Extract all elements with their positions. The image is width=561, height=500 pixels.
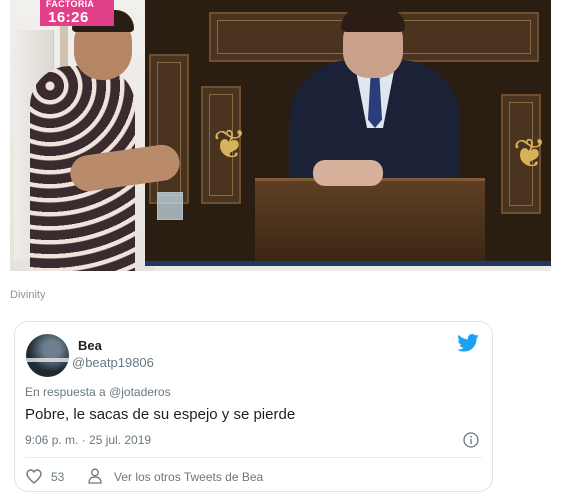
reply-prefix: En respuesta a bbox=[25, 385, 106, 399]
embedded-tweet[interactable]: Bea @beatp19806 En respuesta a @jotadero… bbox=[14, 321, 493, 492]
speaker-hair bbox=[341, 8, 405, 32]
divider bbox=[25, 457, 482, 458]
heart-icon[interactable] bbox=[26, 469, 42, 484]
embedded-video-still[interactable]: ❦ ❦ FACTORIA 16:26 bbox=[10, 0, 551, 271]
channel-name: FACTORIA bbox=[46, 0, 95, 9]
person-icon[interactable] bbox=[88, 468, 102, 484]
wood-panel: ❦ bbox=[501, 94, 547, 214]
avatar[interactable] bbox=[26, 334, 69, 377]
author-handle[interactable]: @beatp19806 bbox=[72, 355, 154, 370]
tv-screen: ❦ ❦ bbox=[145, 0, 551, 266]
wood-panel: ❦ bbox=[201, 86, 247, 204]
speaker-hands bbox=[313, 160, 383, 186]
water-glass bbox=[157, 192, 183, 220]
tweet-timestamp[interactable]: 9:06 p. m. · 25 jul. 2019 bbox=[25, 433, 151, 447]
author-name[interactable]: Bea bbox=[78, 338, 102, 353]
podium bbox=[255, 178, 485, 261]
info-icon[interactable] bbox=[463, 432, 479, 448]
reply-context: En respuesta a @jotaderos bbox=[25, 385, 171, 399]
media-caption: Divinity bbox=[10, 289, 46, 301]
twitter-logo-icon[interactable] bbox=[457, 334, 479, 352]
like-count[interactable]: 53 bbox=[51, 470, 64, 484]
more-tweets-link[interactable]: Ver los otros Tweets de Bea bbox=[114, 470, 263, 484]
channel-bug: FACTORIA 16:26 bbox=[40, 0, 114, 26]
reply-handle-link[interactable]: @jotaderos bbox=[109, 385, 171, 399]
tweet-text: Pobre, le sacas de su espejo y se pierde bbox=[25, 406, 296, 423]
channel-clock: 16:26 bbox=[48, 9, 89, 26]
